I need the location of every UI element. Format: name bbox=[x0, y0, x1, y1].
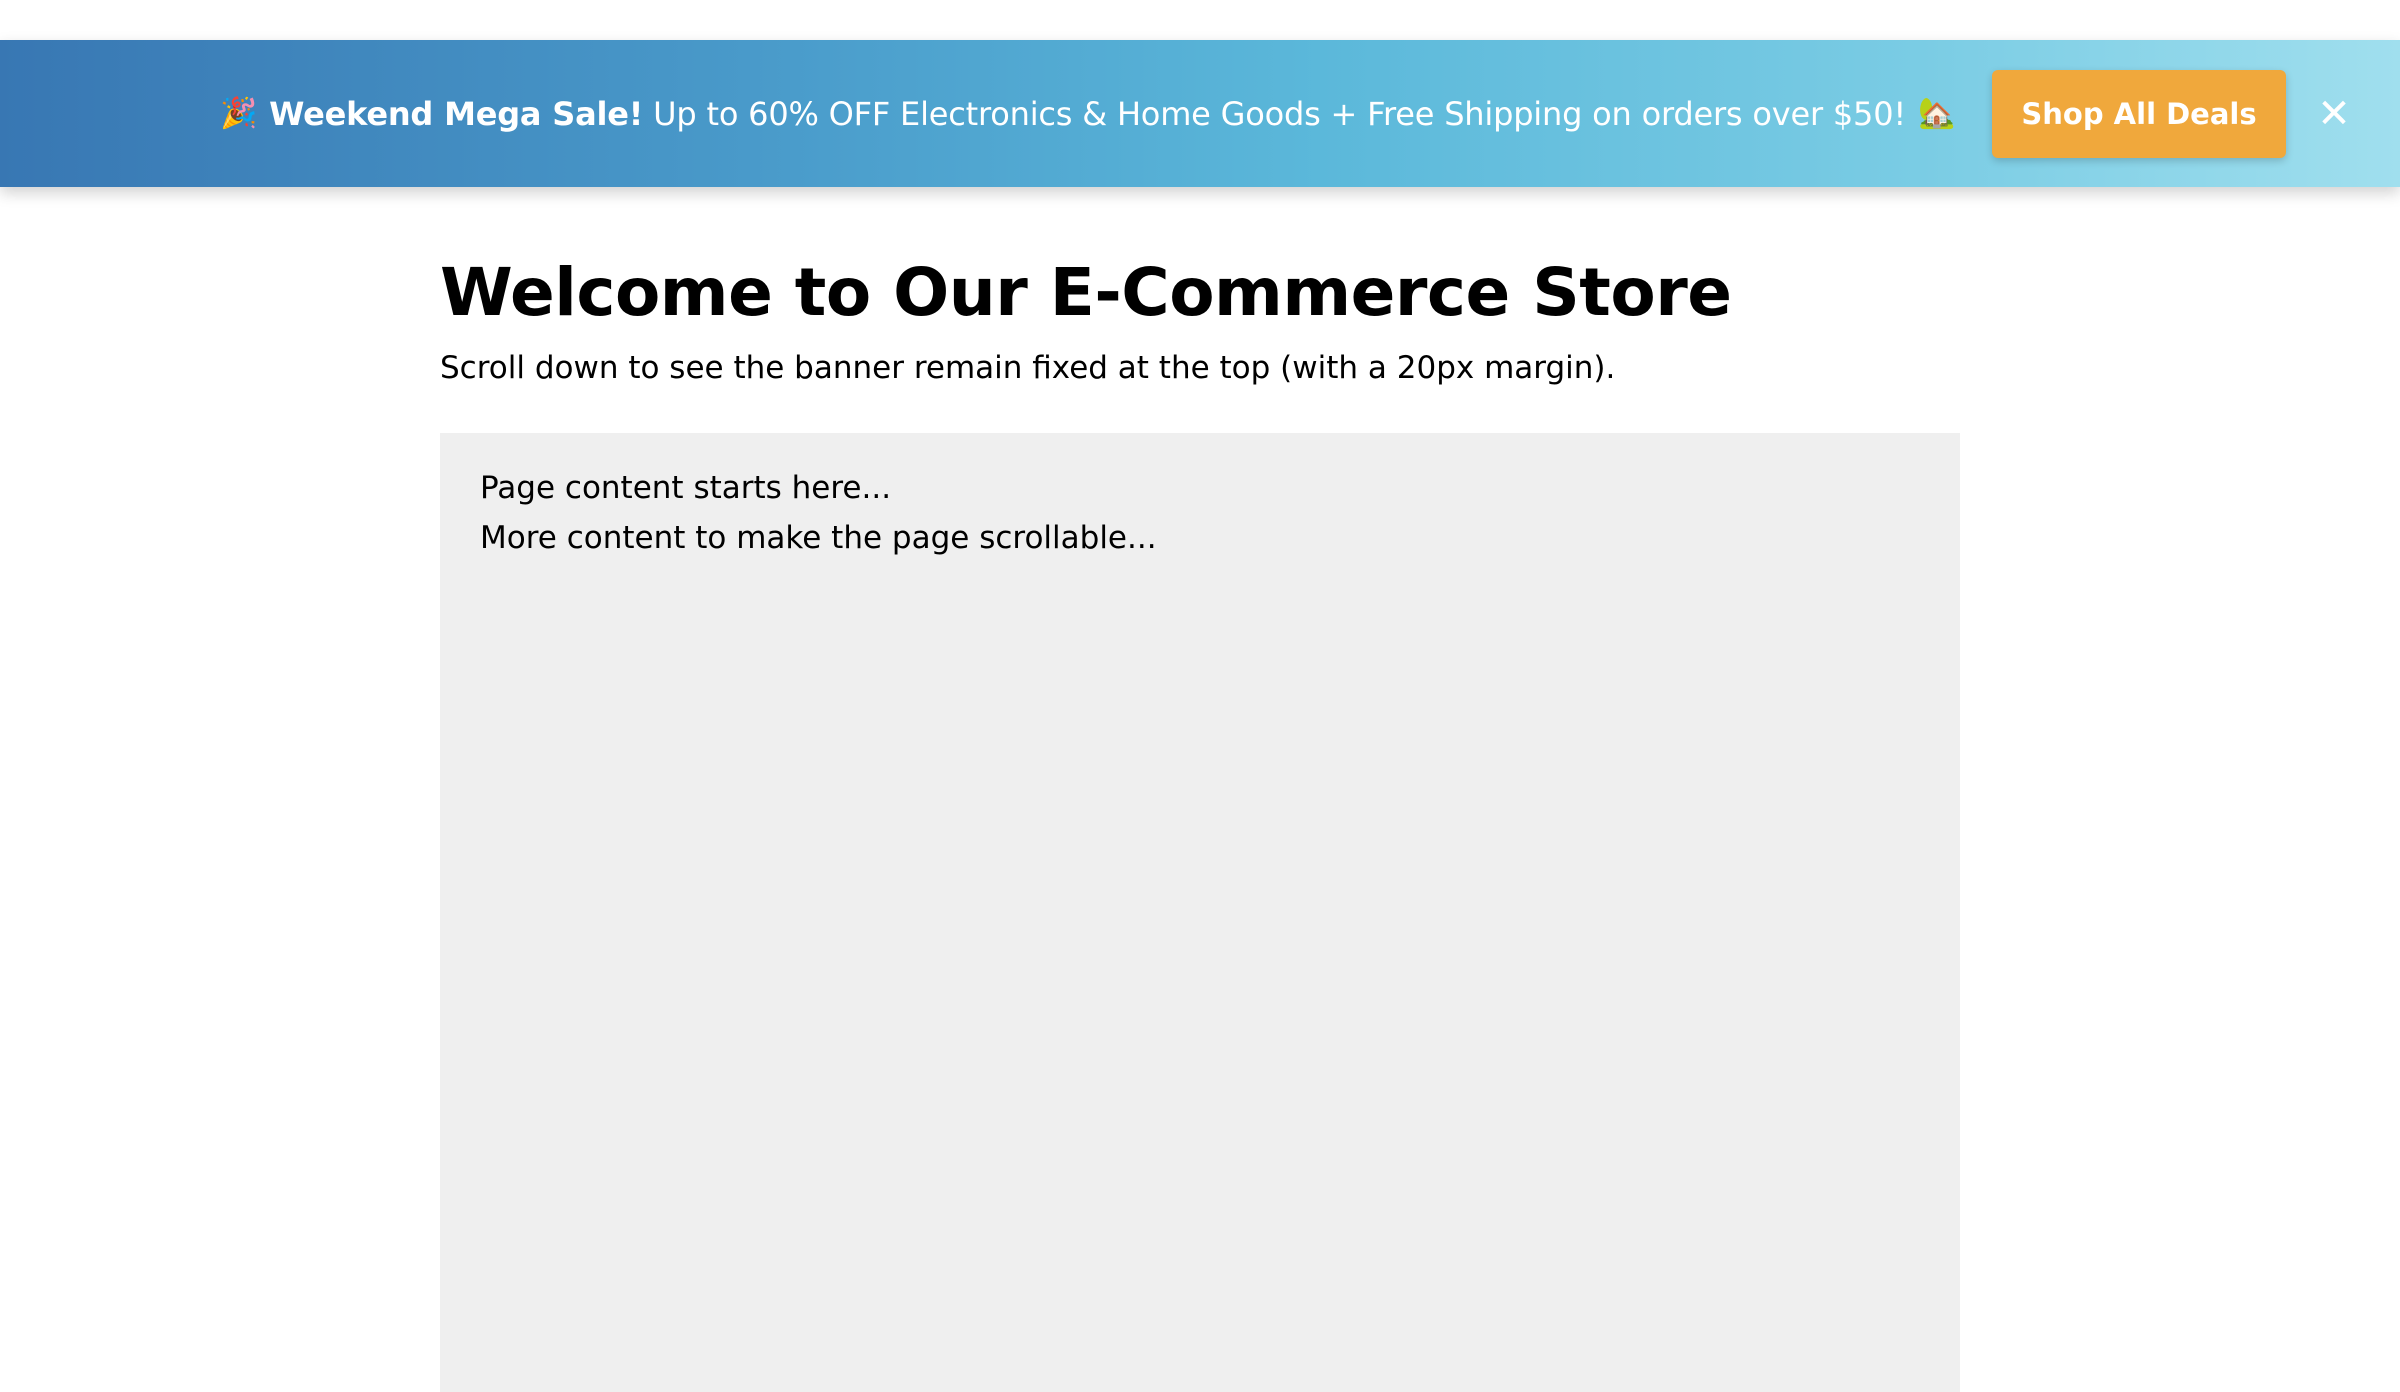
page-title: Welcome to Our E-Commerce Store bbox=[440, 254, 1732, 331]
promo-banner: 🎉 Weekend Mega Sale! Up to 60% OFF Elect… bbox=[0, 40, 2400, 187]
house-icon: 🏡 bbox=[1918, 96, 1956, 131]
banner-message: 🎉 Weekend Mega Sale! Up to 60% OFF Elect… bbox=[220, 40, 1955, 187]
content-line: More content to make the page scrollable… bbox=[480, 520, 1157, 556]
banner-headline: Weekend Mega Sale! bbox=[269, 94, 644, 133]
page-subtitle: Scroll down to see the banner remain fix… bbox=[440, 350, 1616, 386]
close-icon[interactable]: ✕ bbox=[2314, 80, 2354, 148]
main-content: Welcome to Our E-Commerce Store Scroll d… bbox=[440, 248, 1960, 1392]
page: 🎉 Weekend Mega Sale! Up to 60% OFF Elect… bbox=[0, 0, 2400, 1392]
shop-all-deals-button[interactable]: Shop All Deals bbox=[1992, 70, 2286, 158]
party-popper-icon: 🎉 bbox=[220, 96, 258, 131]
content-line: Page content starts here... bbox=[480, 470, 892, 506]
banner-text: Up to 60% OFF Electronics & Home Goods +… bbox=[653, 94, 1906, 133]
content-panel: Page content starts here... More content… bbox=[440, 433, 1960, 1392]
